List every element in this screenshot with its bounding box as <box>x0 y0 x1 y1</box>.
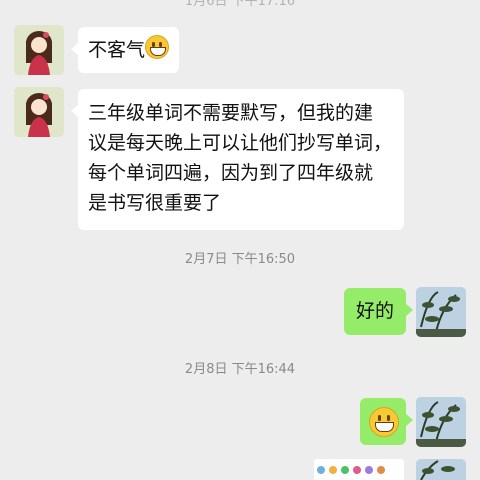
message-bubble-self[interactable]: 好的 <box>344 288 413 335</box>
message-line: 议是每天晚上可以让他们抄写单词， <box>88 132 393 154</box>
grin-emoji-icon <box>145 35 170 59</box>
message-line: 三年级单词不需要默写，但我的建 <box>88 102 374 124</box>
message-bubble[interactable]: 不客气 <box>70 27 180 73</box>
message-line: 每个单词四遍，因为到了四年级就 <box>88 162 374 184</box>
message-text: 不客气 <box>88 39 146 61</box>
message-bubble[interactable]: 三年级单词不需要默写，但我的建 议是每天晚上可以让他们抄写单词， 每个单词四遍，… <box>71 89 404 230</box>
contact-avatar[interactable] <box>14 25 64 75</box>
contact-avatar[interactable] <box>14 87 64 137</box>
media-card-preview[interactable] <box>314 459 404 480</box>
self-avatar[interactable] <box>416 287 466 337</box>
self-avatar[interactable] <box>416 397 466 447</box>
timestamp: 2月8日 下午16:44 <box>184 362 296 377</box>
message-bubble-self[interactable] <box>360 398 413 445</box>
message-line: 是书写很重要了 <box>88 192 222 214</box>
message-text: 好的 <box>355 300 394 322</box>
self-avatar[interactable] <box>416 459 466 480</box>
timestamp: 2月7日 下午16:50 <box>184 252 296 267</box>
grin-emoji-icon <box>369 407 399 437</box>
partial-timestamp: 1月6日 下午17:16 <box>184 0 296 9</box>
